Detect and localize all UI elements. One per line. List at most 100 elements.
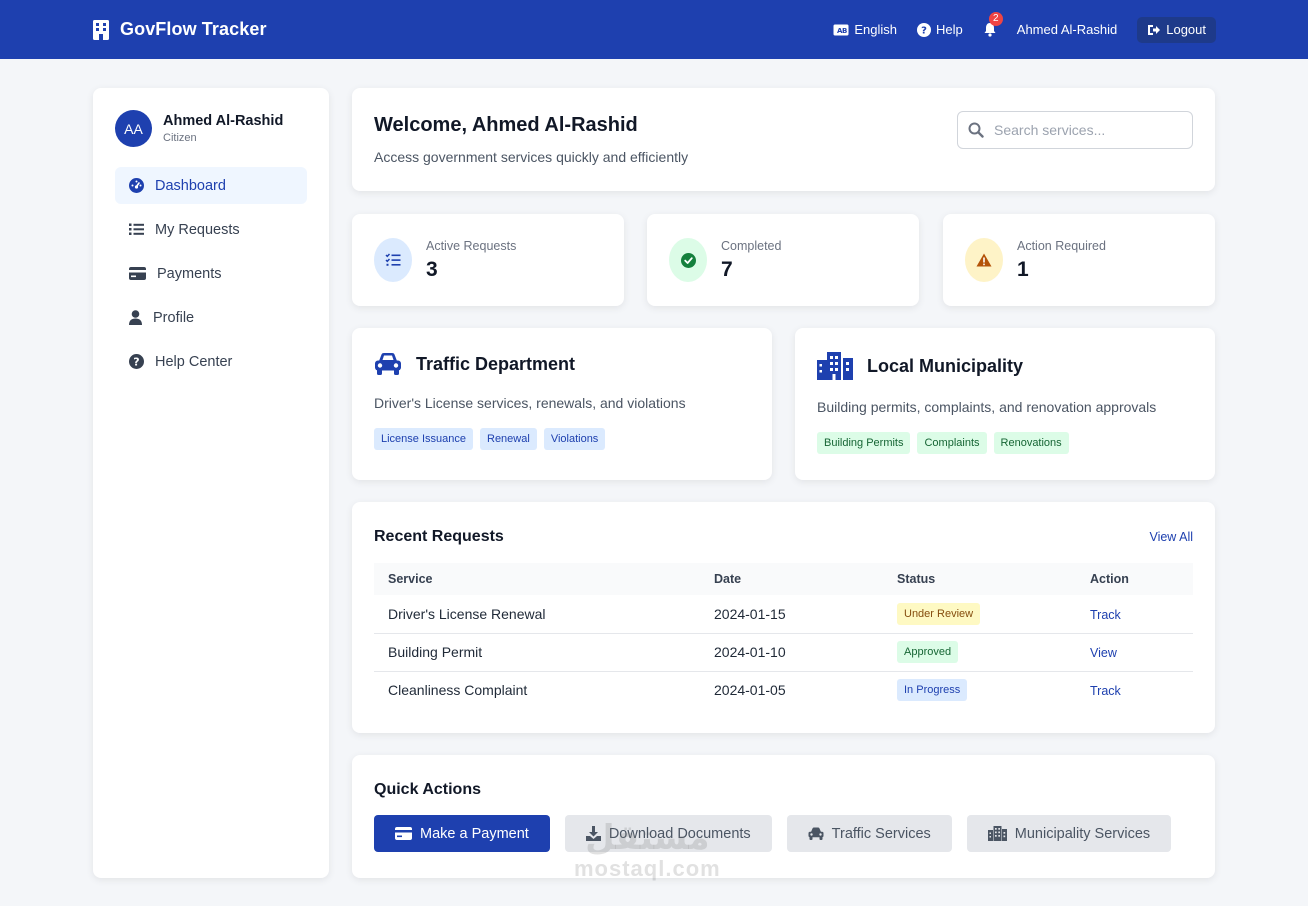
status-badge: In Progress [897, 679, 968, 702]
button-label: Traffic Services [831, 825, 931, 842]
search-icon [968, 122, 984, 138]
stat-label: Action Required [1017, 238, 1106, 253]
city-icon [987, 826, 1007, 841]
service-tag[interactable]: License Issuance [374, 428, 473, 450]
download-icon [585, 826, 601, 841]
sidebar-item-payments[interactable]: Payments [115, 255, 307, 292]
brand-name: GovFlow Tracker [120, 19, 267, 39]
sidebar-item-my-requests[interactable]: My Requests [115, 211, 307, 248]
date-cell: 2024-01-15 [714, 605, 786, 622]
sidebar-item-dashboard[interactable]: Dashboard [115, 167, 307, 204]
top-nav: AB English ? Help 2 Ahmed Al-Rashid Logo… [833, 12, 1216, 43]
table-header-row: Service Date Status Action [374, 563, 1193, 595]
requests-table: Service Date Status Action Driver's Lice… [374, 563, 1193, 709]
top-navbar: GovFlow Tracker AB English ? Help 2 Ahme… [0, 0, 1308, 59]
avatar: AA [115, 110, 152, 147]
view-link[interactable]: View [1090, 646, 1117, 660]
column-header: Date [700, 563, 883, 595]
column-header: Service [374, 563, 700, 595]
sidebar: AA Ahmed Al-Rashid Citizen Dashboard My … [93, 88, 329, 878]
download-documents-button[interactable]: Download Documents [564, 815, 772, 852]
traffic-services-button[interactable]: Traffic Services [786, 815, 952, 852]
sidebar-item-help-center[interactable]: ? Help Center [115, 343, 307, 380]
table-row: Building Permit 2024-01-10 Approved View [374, 632, 1193, 671]
table-row: Cleanliness Complaint 2024-01-05 In Prog… [374, 670, 1193, 709]
sidebar-user-role: Citizen [163, 132, 197, 144]
column-header: Status [883, 563, 1076, 595]
track-link[interactable]: Track [1090, 684, 1121, 698]
sidebar-item-profile[interactable]: Profile [115, 299, 307, 336]
status-badge: Approved [897, 641, 959, 663]
service-tag[interactable]: Renewal [480, 428, 537, 450]
logout-button[interactable]: Logout [1137, 16, 1216, 43]
service-cell: Building Permit [374, 632, 700, 671]
check-circle-icon [669, 238, 707, 282]
department-title: Local Municipality [867, 355, 1024, 376]
question-circle-icon: ? [917, 22, 932, 37]
sidebar-item-label: Payments [157, 265, 222, 282]
welcome-subtitle: Access government services quickly and e… [374, 149, 689, 165]
warning-icon [965, 238, 1003, 282]
svg-text:?: ? [921, 25, 927, 36]
stat-card-action-required[interactable]: Action Required 1 [943, 214, 1215, 306]
quick-actions-card: Quick Actions Make a Payment Download Do… [352, 755, 1215, 878]
recent-requests-card: Recent Requests View All Service Date St… [352, 502, 1215, 733]
city-icon [817, 352, 853, 380]
date-cell: 2024-01-05 [700, 670, 883, 709]
sidebar-item-label: Profile [153, 309, 195, 326]
department-card-municipality[interactable]: Local Municipality Building permits, com… [795, 328, 1215, 480]
make-payment-button[interactable]: Make a Payment [374, 815, 550, 852]
stat-label: Completed [721, 238, 782, 253]
list-icon [129, 223, 144, 236]
service-tag[interactable]: Violations [543, 428, 606, 450]
car-icon [808, 827, 824, 840]
table-row: Driver's License Renewal 2024-01-15 Unde… [374, 595, 1193, 633]
sidebar-user: AA Ahmed Al-Rashid Citizen [115, 110, 307, 147]
sidebar-item-label: My Requests [155, 221, 240, 238]
dashboard-icon [129, 178, 144, 193]
brand[interactable]: GovFlow Tracker [92, 19, 267, 41]
department-description: Driver's License services, renewals, and… [374, 395, 686, 411]
notification-badge: 2 [988, 12, 1003, 26]
car-icon [374, 352, 402, 376]
sign-out-icon [1147, 24, 1161, 36]
department-title: Traffic Department [416, 353, 576, 374]
service-cell: Driver's License Renewal [388, 605, 546, 622]
column-header: Action [1076, 563, 1193, 595]
service-tag[interactable]: Building Permits [817, 432, 911, 454]
service-tag[interactable]: Complaints [917, 432, 987, 454]
date-cell: 2024-01-10 [700, 632, 883, 671]
welcome-card: Welcome, Ahmed Al-Rashid Access governme… [352, 88, 1215, 191]
search-box[interactable] [957, 111, 1193, 149]
logout-label: Logout [1166, 22, 1206, 37]
user-menu[interactable]: Ahmed Al-Rashid [1017, 22, 1117, 37]
search-input[interactable] [994, 122, 1182, 138]
stat-value: 3 [426, 257, 438, 281]
department-card-traffic[interactable]: Traffic Department Driver's License serv… [352, 328, 772, 480]
recent-requests-title: Recent Requests [374, 528, 504, 545]
stat-card-active[interactable]: Active Requests 3 [352, 214, 624, 306]
credit-card-icon [395, 827, 412, 840]
svg-text:B: B [842, 27, 847, 35]
sidebar-user-name: Ahmed Al-Rashid [163, 113, 284, 129]
status-badge: Under Review [897, 602, 981, 625]
header-user-name: Ahmed Al-Rashid [1016, 22, 1118, 37]
help-label: Help [936, 22, 963, 37]
track-link[interactable]: Track [1090, 608, 1121, 622]
quick-actions-title: Quick Actions [374, 781, 481, 798]
service-tag[interactable]: Renovations [993, 432, 1069, 454]
notifications-button[interactable]: 2 [983, 12, 1003, 37]
building-icon [92, 19, 110, 41]
view-all-link[interactable]: View All [1149, 530, 1193, 544]
user-icon [129, 310, 142, 325]
language-switcher[interactable]: AB English [833, 22, 897, 37]
question-circle-icon: ? [129, 354, 144, 369]
service-cell: Cleanliness Complaint [374, 670, 700, 709]
stat-value: 7 [721, 257, 733, 281]
svg-text:?: ? [133, 356, 139, 369]
municipality-services-button[interactable]: Municipality Services [966, 815, 1172, 852]
help-link[interactable]: ? Help [917, 22, 963, 37]
stat-card-completed[interactable]: Completed 7 [647, 214, 919, 306]
department-description: Building permits, complaints, and renova… [817, 399, 1157, 415]
language-label: English [854, 22, 898, 37]
